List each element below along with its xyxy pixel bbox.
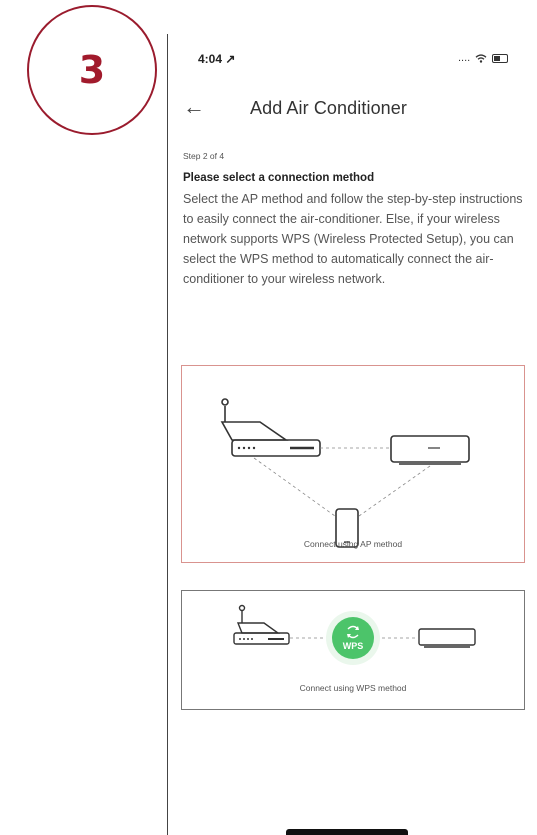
back-arrow-icon[interactable]: ← <box>183 96 205 118</box>
status-bar: 4:04 ↗ .... <box>168 34 537 74</box>
signal-icon: .... <box>458 52 471 64</box>
wps-method-illustration <box>233 604 476 665</box>
router-icon <box>236 622 281 634</box>
status-icons: .... <box>458 52 509 64</box>
phone-screen: 4:04 ↗ .... ← Add Air Conditioner Step 2… <box>167 34 537 835</box>
home-indicator[interactable] <box>286 829 408 835</box>
wps-badge-text: WPS <box>342 641 364 651</box>
battery-icon <box>492 53 509 63</box>
step-progress-label: Step 2 of 4 <box>183 151 225 161</box>
instructions-text: Select the AP method and follow the step… <box>183 192 523 286</box>
page-title: Add Air Conditioner <box>250 98 407 118</box>
ap-method-illustration <box>220 398 470 548</box>
ap-method-label: Connect using AP method <box>303 539 403 549</box>
air-conditioner-icon <box>390 435 470 463</box>
ap-method-option[interactable]: Connect using AP method <box>181 365 525 563</box>
step-number-badge: 3 <box>27 5 157 135</box>
wps-method-label: Connect using WPS method <box>299 683 407 693</box>
wifi-icon <box>475 53 487 63</box>
step-number: 3 <box>78 48 106 92</box>
connection-lines <box>253 447 431 517</box>
status-time: 4:04 ↗ <box>198 52 236 66</box>
air-conditioner-icon <box>418 628 476 646</box>
wps-method-option[interactable]: WPS Connect using WPS method <box>181 590 525 710</box>
router-icon <box>220 421 289 441</box>
section-heading: Please select a connection method <box>183 172 375 184</box>
